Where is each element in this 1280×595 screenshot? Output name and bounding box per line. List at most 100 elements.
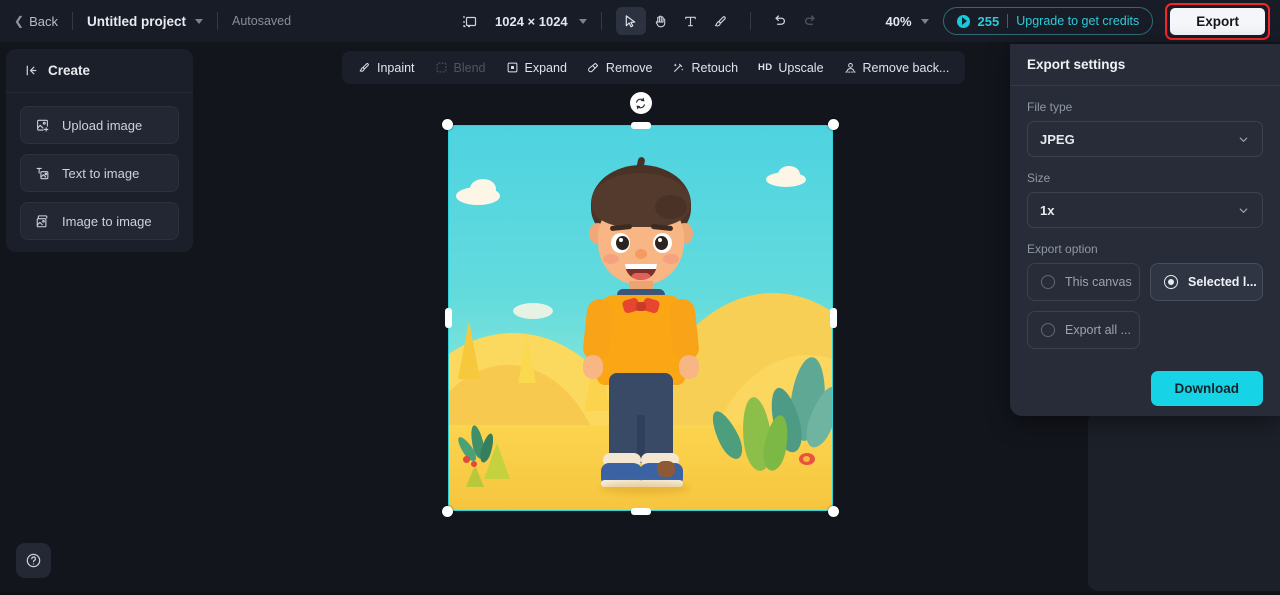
coin-icon (956, 14, 970, 28)
text-tool[interactable] (676, 7, 706, 35)
export-option-row-1: This canvas Selected l... (1027, 263, 1263, 301)
upload-image-icon (35, 118, 50, 133)
edit-toolbar: Inpaint Blend Expand Remove Retouch HD U… (342, 51, 966, 84)
credits-badge[interactable]: 255 Upgrade to get credits (942, 7, 1154, 35)
tool-remove-background[interactable]: Remove back... (834, 55, 960, 81)
select-tool[interactable] (615, 7, 646, 35)
file-type-value: JPEG (1040, 131, 1075, 147)
size-select[interactable]: 1x (1027, 192, 1263, 228)
export-settings-body: File type JPEG Size 1x Export option Thi… (1010, 86, 1280, 406)
redo-tool[interactable] (795, 7, 825, 35)
right-side-panel[interactable] (1088, 412, 1280, 591)
cone-tree (458, 321, 480, 379)
file-type-label: File type (1027, 100, 1073, 114)
export-option-label-text: Selected l... (1188, 275, 1257, 289)
zoom-level[interactable]: 40% (886, 14, 912, 29)
chevron-down-icon[interactable] (578, 18, 587, 24)
back-label: Back (29, 13, 58, 29)
tool-label: Remove (605, 60, 653, 75)
chevron-down-icon (1237, 133, 1250, 146)
app-root: ❮ Back Untitled project Autosaved 1024 ×… (0, 0, 1280, 595)
canvas-dimensions[interactable]: 1024 × 1024 (495, 14, 568, 29)
tool-label: Upscale (778, 60, 824, 75)
plant-cluster-right (703, 355, 833, 497)
sidebar-header: Create (6, 49, 193, 93)
create-sidebar: Create Upload image Text to image Image … (6, 49, 193, 252)
tool-label: Inpaint (377, 60, 415, 75)
plant-left (455, 424, 502, 480)
brush-tool[interactable] (706, 7, 736, 35)
resize-handle-top-right[interactable] (828, 119, 839, 130)
resize-handle-bottom[interactable] (630, 507, 651, 515)
selected-image-frame[interactable] (442, 92, 839, 517)
radio-icon (1041, 275, 1055, 289)
export-option-label: Export option (1027, 242, 1098, 256)
top-bar: ❮ Back Untitled project Autosaved 1024 ×… (0, 0, 1280, 42)
sidebar-item-label: Upload image (62, 117, 143, 133)
export-option-selected-layer[interactable]: Selected l... (1150, 263, 1263, 301)
help-button[interactable] (16, 543, 51, 578)
chevron-down-icon (1237, 204, 1250, 217)
resize-handle-top[interactable] (630, 121, 651, 129)
tool-label: Expand (524, 60, 567, 75)
radio-icon (1164, 275, 1178, 289)
undo-tool[interactable] (765, 7, 795, 35)
artwork-image[interactable] (448, 125, 833, 511)
text-to-image-icon (35, 166, 50, 181)
download-button[interactable]: Download (1150, 371, 1263, 406)
export-option-label-text: This canvas (1065, 275, 1132, 289)
top-bar-right: 40% 255 Upgrade to get credits Export (886, 0, 1280, 42)
download-button-wrap: Download (1027, 371, 1263, 406)
hand-tool[interactable] (646, 7, 676, 35)
tool-upscale[interactable]: HD Upscale (748, 55, 834, 81)
chevron-down-icon[interactable] (920, 18, 929, 24)
illustration-scene (448, 125, 833, 511)
radio-icon (1041, 323, 1055, 337)
cloud-decoration (470, 179, 496, 199)
tool-expand[interactable]: Expand (496, 55, 577, 81)
tool-remove[interactable]: Remove (577, 55, 663, 81)
divider (1007, 14, 1009, 28)
tool-retouch[interactable]: Retouch (662, 55, 748, 81)
resize-handle-right[interactable] (829, 308, 837, 328)
export-button[interactable]: Export (1170, 7, 1265, 35)
image-to-image-icon (35, 214, 50, 229)
file-type-select[interactable]: JPEG (1027, 121, 1263, 157)
resize-handle-bottom-left[interactable] (442, 506, 453, 517)
canvas-frame-icon[interactable] (455, 7, 485, 35)
credits-count: 255 (977, 13, 1000, 29)
boy-character (561, 156, 721, 500)
sidebar-title: Create (48, 63, 91, 78)
size-label: Size (1027, 171, 1051, 185)
export-option-label-text: Export all ... (1065, 323, 1131, 337)
sidebar-item-label: Text to image (62, 165, 140, 181)
upgrade-link[interactable]: Upgrade to get credits (1016, 14, 1139, 28)
tool-label: Retouch (691, 60, 739, 75)
size-value: 1x (1040, 202, 1055, 218)
export-button-highlight: Export (1165, 2, 1270, 40)
export-settings-header: Export settings (1010, 44, 1280, 86)
sidebar-item-text-to-image[interactable]: Text to image (20, 154, 179, 192)
resize-handle-bottom-right[interactable] (828, 506, 839, 517)
character-shadow (600, 482, 690, 494)
sidebar-item-label: Image to image (62, 213, 152, 229)
tool-inpaint[interactable]: Inpaint (348, 55, 425, 81)
project-name[interactable]: Untitled project (87, 14, 186, 29)
top-bar-center: 1024 × 1024 (455, 0, 825, 42)
chevron-down-icon[interactable] (194, 18, 203, 24)
resize-handle-top-left[interactable] (442, 119, 453, 130)
cloud-decoration (513, 303, 553, 319)
tool-blend[interactable]: Blend (425, 55, 496, 81)
question-circle-icon (25, 552, 42, 569)
export-option-export-all[interactable]: Export all ... (1027, 311, 1140, 349)
sidebar-item-image-to-image[interactable]: Image to image (20, 202, 179, 240)
export-settings-popup: Export settings File type JPEG Size 1x E… (1010, 44, 1280, 416)
divider (71, 12, 73, 30)
rotate-handle[interactable] (629, 92, 652, 114)
resize-handle-left[interactable] (444, 308, 452, 328)
divider (600, 12, 602, 30)
collapse-left-icon[interactable] (24, 63, 39, 78)
back-button[interactable]: ❮ Back (14, 14, 58, 29)
sidebar-item-upload-image[interactable]: Upload image (20, 106, 179, 144)
export-option-this-canvas[interactable]: This canvas (1027, 263, 1140, 301)
